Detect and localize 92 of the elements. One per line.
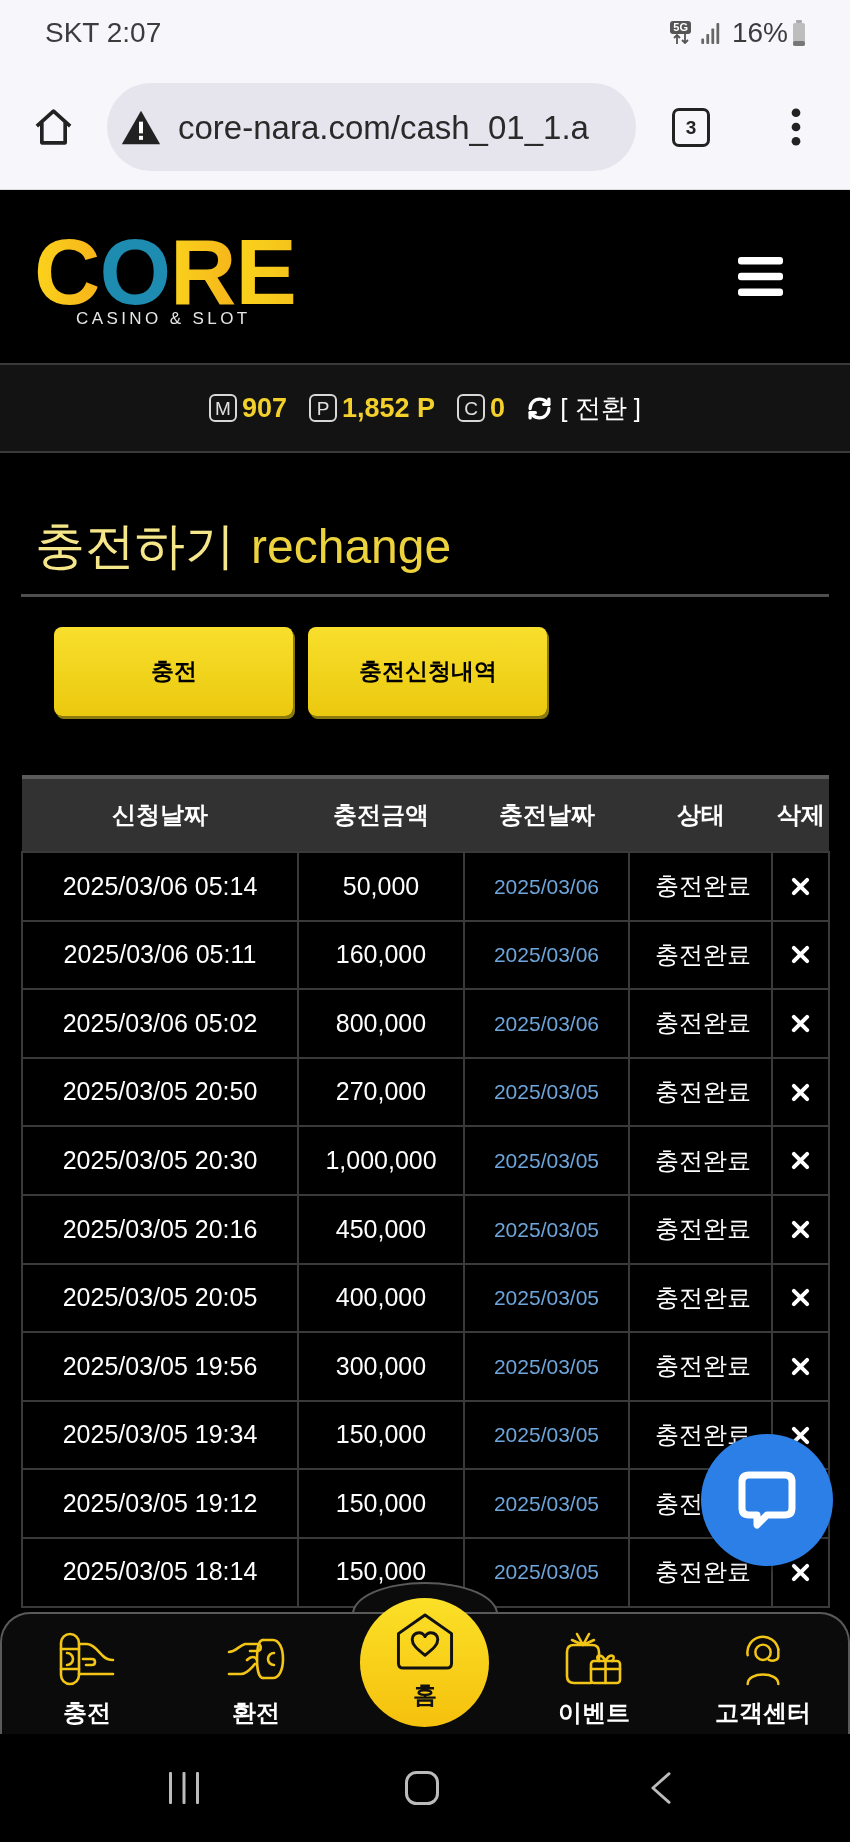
home-button[interactable]: 홈 <box>360 1598 490 1727</box>
delete-icon[interactable] <box>791 1425 810 1445</box>
page-title: 충전하기 <box>35 517 235 576</box>
table-cell: 2025/03/05 19:56 <box>22 1332 298 1401</box>
nav-button[interactable]: 이벤트 <box>509 1614 679 1734</box>
delete-icon[interactable] <box>791 1151 810 1171</box>
more-options-icon[interactable] <box>791 108 801 146</box>
balance-value: 0 <box>490 394 506 422</box>
nav-button[interactable]: 충전 <box>2 1614 172 1734</box>
delete-icon[interactable] <box>791 1288 810 1308</box>
table-cell: 160,000 <box>298 920 464 990</box>
convert-button[interactable]: [ 전환 ] <box>527 395 642 421</box>
table-cell: 충전완료 <box>629 1332 772 1401</box>
gift-icon <box>565 1631 624 1687</box>
table-cell: 2025/03/05 20:05 <box>22 1263 298 1333</box>
table-cell: 1,000,000 <box>298 1126 464 1195</box>
table-cell: 충전완료 <box>629 1126 772 1195</box>
table-cell: 충전완료 <box>629 1263 772 1333</box>
house-heart-icon <box>394 1612 456 1671</box>
table-cell: 2025/03/05 <box>464 1537 629 1607</box>
table-cell: 2025/03/05 <box>464 1263 629 1333</box>
table-cell: 450,000 <box>298 1194 464 1264</box>
table-cell: 300,000 <box>298 1332 464 1401</box>
table-cell: 270,000 <box>298 1057 464 1127</box>
delete-icon[interactable] <box>791 876 810 896</box>
battery-icon <box>792 19 806 46</box>
table-cell: 400,000 <box>298 1263 464 1333</box>
table-cell: 2025/03/05 <box>464 1194 629 1264</box>
back-icon[interactable] <box>650 1771 671 1805</box>
page-subtitle: rechange <box>251 519 452 575</box>
speech-bubble-icon <box>737 1470 797 1530</box>
table-cell: 2025/03/06 05:14 <box>22 852 298 921</box>
currency-badge: M <box>208 394 237 422</box>
table-cell: 2025/03/06 05:11 <box>22 920 298 990</box>
table-cell: 2025/03/05 19:34 <box>22 1400 298 1470</box>
table-cell: 2025/03/06 <box>464 989 629 1058</box>
currency-badge: C <box>457 394 486 422</box>
table-cell: 충전완료 <box>629 852 772 921</box>
table-cell: 충전완료 <box>629 989 772 1058</box>
delete-icon[interactable] <box>791 945 810 965</box>
menu-icon[interactable] <box>738 257 783 296</box>
nav-button[interactable]: 환전 <box>171 1614 341 1734</box>
table-cell: 2025/03/05 20:50 <box>22 1057 298 1127</box>
action-button[interactable]: 충전 <box>54 627 293 716</box>
tab-count-button[interactable]: 3 <box>672 107 710 147</box>
data-arrows-icon <box>672 34 689 44</box>
balance-value: 1,852 P <box>342 394 436 422</box>
delete-icon[interactable] <box>791 1562 810 1582</box>
nav-button[interactable]: 고객센터 <box>678 1614 848 1734</box>
logo-tagline: CASINO & SLOT <box>76 310 251 327</box>
table-cell: 2025/03/05 <box>464 1400 629 1470</box>
table-cell: 2025/03/06 <box>464 852 629 921</box>
delete-icon[interactable] <box>791 1014 810 1033</box>
home-icon[interactable] <box>405 1771 439 1805</box>
table-cell: 800,000 <box>298 989 464 1058</box>
table-cell: 2025/03/05 <box>464 1057 629 1127</box>
table-cell: 2025/03/05 20:16 <box>22 1194 298 1264</box>
column-header: 충전금액 <box>298 777 464 852</box>
table-cell: 2025/03/06 05:02 <box>22 989 298 1058</box>
battery-percent: 16% <box>731 18 788 47</box>
delete-icon[interactable] <box>791 1082 810 1102</box>
home-icon[interactable] <box>33 107 74 147</box>
table-cell: 50,000 <box>298 852 464 921</box>
action-button[interactable]: 충전신청내역 <box>308 627 547 716</box>
table-cell: 2025/03/05 20:30 <box>22 1126 298 1195</box>
table-cell: 2025/03/05 <box>464 1332 629 1401</box>
recent-apps-icon[interactable] <box>168 1772 200 1804</box>
signal-icon <box>700 21 720 44</box>
table-cell: 2025/03/05 <box>464 1469 629 1538</box>
table-cell: 2025/03/06 <box>464 920 629 990</box>
column-header: 상태 <box>629 777 772 852</box>
delete-icon[interactable] <box>791 1356 810 1376</box>
refresh-icon <box>527 395 553 421</box>
table-cell: 2025/03/05 18:14 <box>22 1537 298 1607</box>
delete-icon[interactable] <box>791 1219 810 1239</box>
table-cell: 2025/03/05 19:12 <box>22 1469 298 1538</box>
column-header: 충전날짜 <box>464 777 629 852</box>
hand-coin-icon <box>58 1632 115 1686</box>
status-time: SKT 2:07 <box>45 18 162 47</box>
table-cell: 충전완료 <box>629 1057 772 1127</box>
address-bar[interactable]: core-nara.com/cash_01_1.a <box>107 83 636 171</box>
balance-value: 907 <box>241 394 287 422</box>
table-cell: 2025/03/05 <box>464 1126 629 1195</box>
network-type-badge: 5G <box>670 21 691 34</box>
table-cell: 충전완료 <box>629 920 772 990</box>
table-cell: 150,000 <box>298 1400 464 1470</box>
column-header: 삭제 <box>772 777 829 852</box>
table-cell: 150,000 <box>298 1469 464 1538</box>
currency-badge: P <box>309 394 337 422</box>
warning-icon <box>121 109 161 145</box>
column-header: 신청날짜 <box>22 777 298 852</box>
table-cell: 충전완료 <box>629 1194 772 1264</box>
